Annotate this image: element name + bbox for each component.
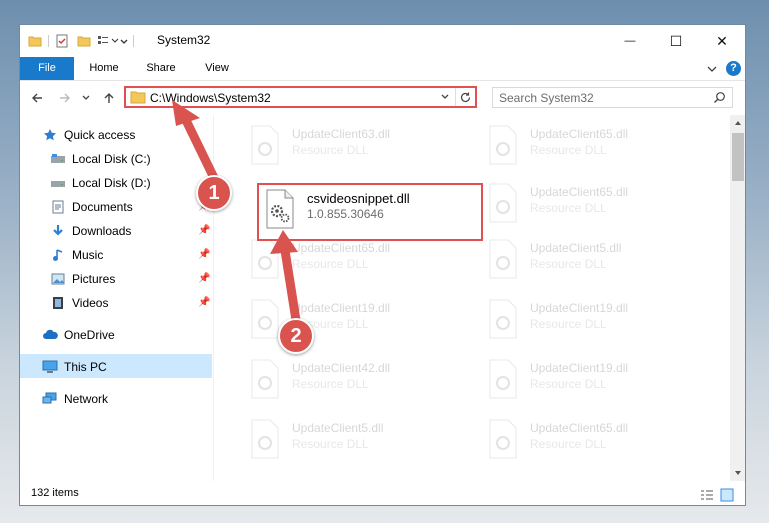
arrow-to-file xyxy=(279,239,301,325)
arrow-to-file-head xyxy=(270,230,298,254)
arrow-to-address-bar xyxy=(177,107,221,187)
step-2-badge: 2 xyxy=(278,318,314,354)
annotation-arrows xyxy=(172,100,301,325)
arrow-to-address-bar-head xyxy=(172,100,200,126)
step-1-badge: 1 xyxy=(196,175,232,211)
